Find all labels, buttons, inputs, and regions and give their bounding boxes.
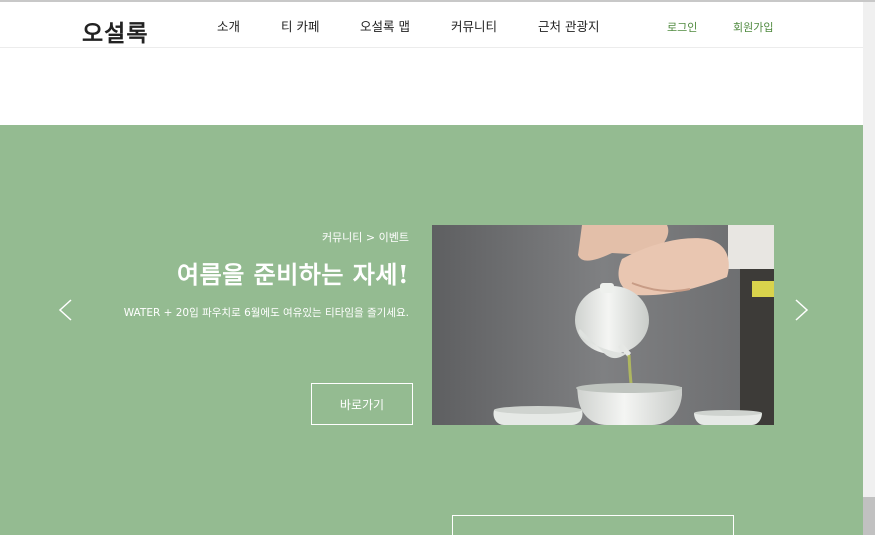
nav-item-map[interactable]: 오설록 맵 (360, 16, 410, 35)
vertical-scrollbar[interactable] (863, 2, 875, 535)
chevron-right-icon[interactable] (789, 295, 813, 325)
site-header: 오설록 소개 티 카페 오설록 맵 커뮤니티 근처 관광지 로그인 회원가입 (0, 2, 863, 48)
nav-item-nearby-attractions[interactable]: 근처 관광지 (538, 16, 599, 35)
nav-item-tea-cafe[interactable]: 티 카페 (281, 16, 319, 35)
go-button[interactable]: 바로가기 (311, 383, 413, 425)
signup-link[interactable]: 회원가입 (733, 19, 773, 35)
secondary-outline-box[interactable] (452, 515, 734, 535)
hero-title: 여름을 준비하는 자세! (177, 260, 409, 289)
nav-item-community[interactable]: 커뮤니티 (451, 16, 497, 35)
hero-banner: 커뮤니티 > 이벤트 여름을 준비하는 자세! WATER + 20입 파우치로… (0, 125, 863, 535)
hero-description: WATER + 20입 파우치로 6월에도 여유있는 티타임을 즐기세요. (123, 307, 409, 319)
nav-item-about[interactable]: 소개 (217, 16, 240, 35)
login-link[interactable]: 로그인 (667, 19, 697, 35)
chevron-left-icon[interactable] (54, 295, 78, 325)
scrollbar-thumb[interactable] (863, 497, 875, 535)
breadcrumb: 커뮤니티 > 이벤트 (321, 231, 409, 244)
event-photo-tea-pouring (432, 225, 774, 425)
